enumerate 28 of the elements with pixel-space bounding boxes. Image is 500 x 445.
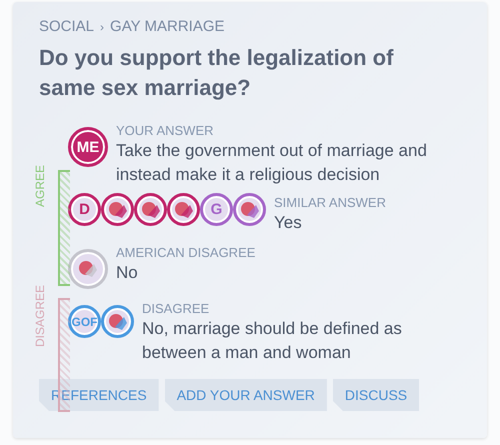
avatar[interactable]: ME	[68, 127, 108, 167]
scale-label: DISAGREE	[33, 284, 47, 347]
answer-text: Take the government out of marriage and instead make it a religious decision	[116, 140, 428, 186]
avatar-icon[interactable]	[134, 193, 167, 226]
scale-label: AGREE	[33, 164, 47, 207]
answer-text: No	[116, 262, 139, 284]
avatar-icon[interactable]	[68, 249, 108, 289]
answer-text: No, marriage should be defined as between a man and woman	[142, 318, 403, 364]
question-title: Do you support the legalization of same sex marriage?	[39, 44, 394, 102]
avatar-icon[interactable]	[167, 193, 200, 226]
avatar[interactable]: D	[68, 193, 101, 226]
answer-label: SIMILAR ANSWER	[274, 194, 387, 211]
avatar-icon[interactable]	[101, 193, 134, 226]
avatar[interactable]: GOF	[68, 305, 101, 338]
action-tab[interactable]: REFERENCES	[39, 379, 159, 411]
emblem-icon	[77, 258, 99, 280]
action-tab[interactable]: ADD YOUR ANSWER	[164, 379, 327, 411]
answer-label: DISAGREE	[142, 300, 210, 317]
avatar-icon[interactable]	[233, 193, 266, 226]
category-link[interactable]: SOCIAL	[39, 18, 94, 35]
avatar-icon[interactable]	[101, 305, 134, 338]
answer-label: AMERICAN DISAGREE	[116, 244, 256, 261]
avatar[interactable]: G	[200, 193, 233, 226]
action-tab[interactable]: DISCUSS	[332, 379, 420, 411]
topic-link[interactable]: GAY MARRIAGE	[110, 18, 225, 35]
answer-text: Yes	[274, 212, 303, 234]
breadcrumb-separator: ›	[100, 20, 104, 34]
answer-label: YOUR ANSWER	[116, 122, 215, 139]
